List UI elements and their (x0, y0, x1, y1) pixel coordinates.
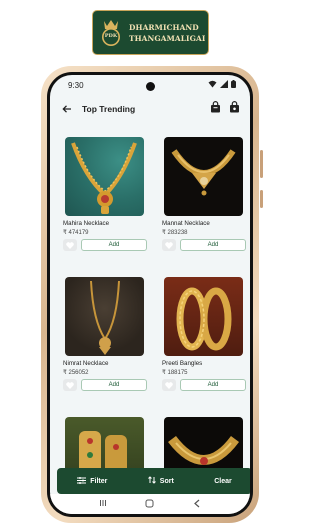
brand-name-line2: THANGAMALIGAI (129, 33, 206, 43)
front-camera (146, 82, 155, 91)
shopping-bag-icon[interactable] (210, 100, 221, 118)
product-image[interactable] (65, 277, 144, 356)
filter-icon (77, 476, 87, 486)
status-time: 9:30 (68, 80, 84, 90)
filter-label: Filter (90, 477, 108, 485)
product-name: Mahira Necklace (63, 220, 110, 227)
signal-icon (220, 80, 228, 90)
app-bar: Top Trending (50, 97, 250, 121)
home-icon[interactable] (145, 499, 154, 510)
filter-button[interactable]: Filter (77, 476, 108, 486)
product-name: Nimrat Necklace (63, 360, 109, 367)
add-to-cart-button[interactable]: Add (81, 379, 147, 391)
brand-name: DHARMICHAND THANGAMALIGAI (129, 22, 205, 44)
filter-sort-bar: Filter Sort Clear (57, 468, 250, 494)
product-price: ₹ 188175 (162, 370, 188, 376)
product-name: Preeti Bangles (162, 360, 203, 367)
sort-button[interactable]: Sort (147, 476, 174, 486)
cart-bag-icon[interactable] (229, 100, 240, 118)
wifi-icon (208, 80, 217, 90)
recent-apps-icon[interactable] (99, 499, 107, 509)
wishlist-heart-icon[interactable] (162, 379, 176, 391)
product-price: ₹ 256052 (63, 370, 89, 376)
add-to-cart-button[interactable]: Add (180, 239, 246, 251)
brand-logo-badge: PDK DHARMICHAND THANGAMALIGAI (92, 10, 209, 55)
product-card[interactable]: Mahira Necklace ₹ 474179 Add (60, 127, 151, 267)
product-price: ₹ 283238 (162, 230, 188, 236)
battery-icon (231, 80, 236, 90)
product-card[interactable]: Nimrat Necklace ₹ 256052 Add (60, 267, 151, 407)
clear-button[interactable]: Clear (214, 478, 232, 485)
product-card[interactable]: Mannat Necklace ₹ 283238 Add (159, 127, 250, 267)
monogram-text: PDK (104, 32, 118, 39)
add-to-cart-button[interactable]: Add (180, 379, 246, 391)
product-grid: Mahira Necklace ₹ 474179 Add Mannat Neck… (60, 127, 250, 514)
brand-name-line1: DHARMICHAND (129, 22, 199, 32)
promo-canvas: PDK DHARMICHAND THANGAMALIGAI 9:30 Top T… (0, 0, 300, 531)
page-title: Top Trending (82, 104, 136, 114)
wishlist-heart-icon[interactable] (162, 239, 176, 251)
product-image[interactable] (164, 277, 243, 356)
phone-frame: 9:30 Top Trending Mahira Necklace ₹ 4741… (41, 66, 259, 523)
app-screen: 9:30 Top Trending Mahira Necklace ₹ 4741… (50, 75, 250, 514)
product-name: Mannat Necklace (162, 220, 210, 227)
phone-power-button (260, 190, 263, 208)
clear-label: Clear (214, 477, 232, 485)
phone-volume-button (260, 150, 263, 178)
system-nav-bar (50, 494, 250, 514)
wishlist-heart-icon[interactable] (63, 379, 77, 391)
sort-icon (147, 476, 156, 486)
back-arrow-icon[interactable] (60, 102, 74, 116)
sort-label: Sort (159, 477, 174, 485)
back-nav-icon[interactable] (193, 499, 201, 510)
wishlist-heart-icon[interactable] (63, 239, 77, 251)
product-image[interactable] (164, 137, 243, 216)
product-card[interactable]: Preeti Bangles ₹ 188175 Add (159, 267, 250, 407)
add-to-cart-button[interactable]: Add (81, 239, 147, 251)
product-image[interactable] (65, 137, 144, 216)
product-price: ₹ 474179 (63, 230, 89, 236)
crown-monogram-icon: PDK (99, 18, 123, 48)
